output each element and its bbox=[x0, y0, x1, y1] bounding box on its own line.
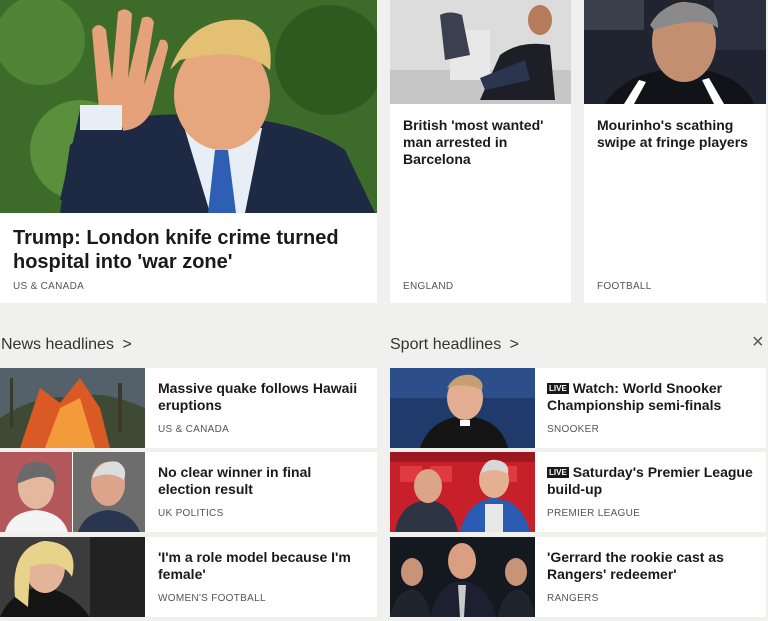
sport-headline-item[interactable]: LIVE Watch: World Snooker Championship se… bbox=[390, 368, 766, 448]
headline-text[interactable]: 'Gerrard the rookie cast as Rangers' red… bbox=[547, 549, 759, 583]
headline-tag[interactable]: SNOOKER bbox=[547, 424, 599, 435]
sport-headline-item[interactable]: 'Gerrard the rookie cast as Rangers' red… bbox=[390, 537, 766, 617]
close-icon[interactable]: × bbox=[752, 331, 764, 354]
story-tag[interactable]: ENGLAND bbox=[403, 281, 453, 292]
story-headline[interactable]: British 'most wanted' man arrested in Ba… bbox=[403, 117, 563, 168]
news-headlines-title[interactable]: News headlines > bbox=[1, 336, 132, 354]
story-image bbox=[390, 0, 571, 104]
top-story-card[interactable]: British 'most wanted' man arrested in Ba… bbox=[390, 0, 571, 303]
sport-headlines-label: Sport headlines bbox=[390, 336, 502, 353]
headline-text[interactable]: Massive quake follows Hawaii eruptions bbox=[158, 380, 368, 414]
story-image bbox=[584, 0, 766, 104]
headline-text[interactable]: LIVE Saturday's Premier League build-up bbox=[547, 464, 759, 498]
story-tag[interactable]: FOOTBALL bbox=[597, 281, 652, 292]
headline-thumbnail bbox=[390, 537, 535, 617]
sport-headline-item[interactable]: LIVE Saturday's Premier League build-up P… bbox=[390, 452, 766, 532]
story-image bbox=[0, 0, 377, 213]
story-headline[interactable]: Mourinho's scathing swipe at fringe play… bbox=[597, 117, 759, 151]
headline-text[interactable]: 'I'm a role model because I'm female' bbox=[158, 549, 368, 583]
headline-tag[interactable]: UK POLITICS bbox=[158, 508, 224, 519]
headline-text-content: Saturday's Premier League build-up bbox=[547, 464, 753, 497]
top-story-card[interactable]: Mourinho's scathing swipe at fringe play… bbox=[584, 0, 766, 303]
story-headline[interactable]: Trump: London knife crime turned hospita… bbox=[13, 226, 353, 274]
sport-headlines-title[interactable]: Sport headlines > bbox=[390, 336, 519, 354]
headline-tag[interactable]: PREMIER LEAGUE bbox=[547, 508, 640, 519]
live-badge: LIVE bbox=[547, 383, 569, 394]
news-headline-item[interactable]: 'I'm a role model because I'm female' WO… bbox=[0, 537, 377, 617]
news-headlines-label: News headlines bbox=[1, 336, 114, 353]
news-headline-item[interactable]: No clear winner in final election result… bbox=[0, 452, 377, 532]
chevron-right-icon: > bbox=[509, 336, 519, 353]
chevron-right-icon: > bbox=[122, 336, 132, 353]
headline-text-content: Watch: World Snooker Championship semi-f… bbox=[547, 380, 723, 413]
news-headline-item[interactable]: Massive quake follows Hawaii eruptions U… bbox=[0, 368, 377, 448]
headline-thumbnail bbox=[0, 537, 145, 617]
headline-tag[interactable]: US & CANADA bbox=[158, 424, 229, 435]
story-tag[interactable]: US & CANADA bbox=[13, 281, 84, 292]
headline-text[interactable]: No clear winner in final election result bbox=[158, 464, 368, 498]
headline-tag[interactable]: RANGERS bbox=[547, 593, 599, 604]
headline-tag[interactable]: WOMEN'S FOOTBALL bbox=[158, 593, 266, 604]
headline-thumbnail bbox=[0, 368, 145, 448]
headline-thumbnail bbox=[390, 452, 535, 532]
headline-thumbnail bbox=[0, 452, 145, 532]
headline-thumbnail bbox=[390, 368, 535, 448]
live-badge: LIVE bbox=[547, 467, 569, 478]
top-story-card[interactable]: Trump: London knife crime turned hospita… bbox=[0, 0, 377, 303]
headline-text[interactable]: LIVE Watch: World Snooker Championship se… bbox=[547, 380, 759, 414]
